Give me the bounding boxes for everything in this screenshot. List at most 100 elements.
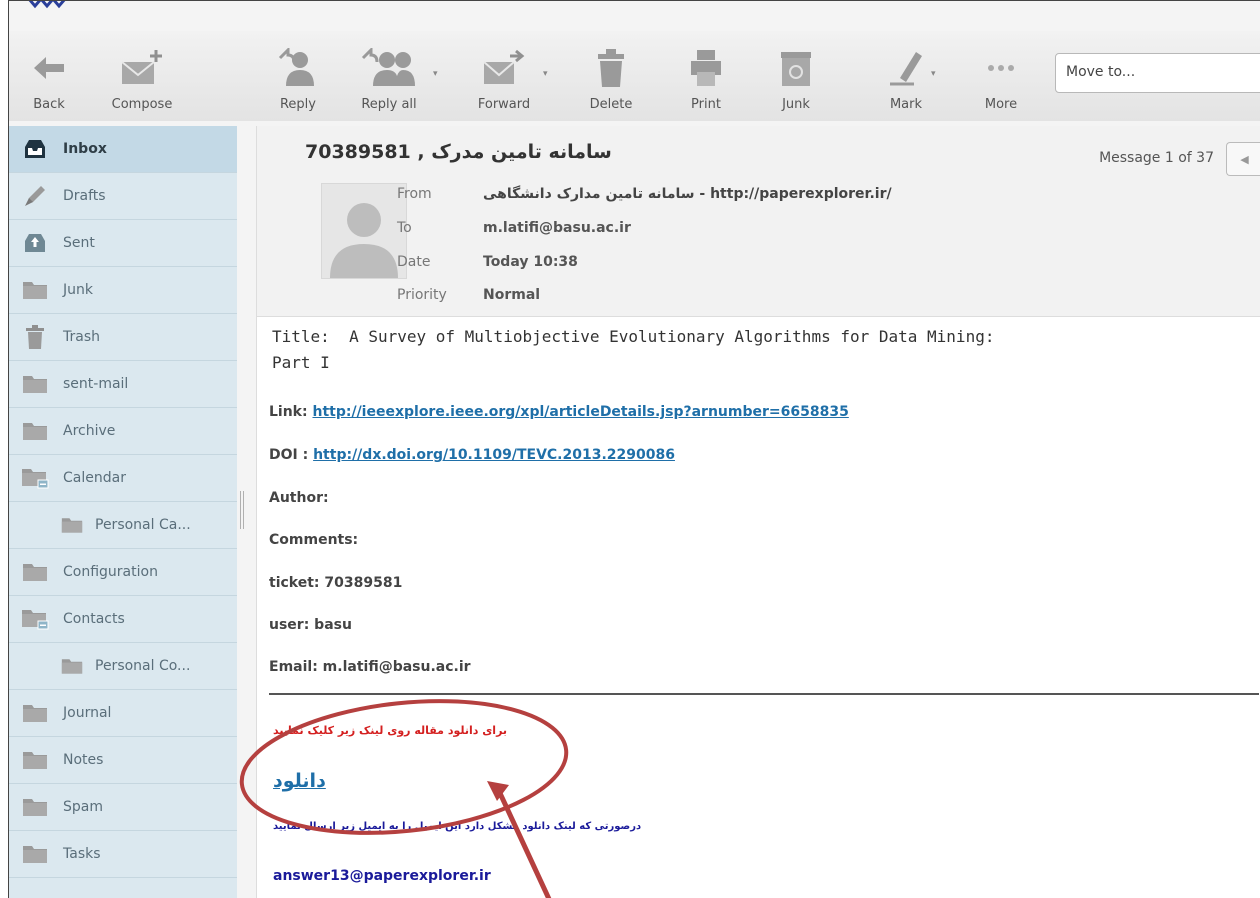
- folder-icon: [21, 702, 49, 724]
- folder-icon: [21, 796, 49, 818]
- sidebar-item-configuration[interactable]: Configuration: [9, 549, 237, 596]
- sidebar-item-label: Personal Co...: [95, 658, 191, 674]
- app-logo-icon: [28, 1, 66, 9]
- date-value: Today 10:38: [483, 254, 578, 270]
- email-line: Email: m.latifi@basu.ac.ir: [269, 659, 471, 675]
- reply-all-dropdown-icon[interactable]: ▾: [433, 69, 438, 79]
- mark-dropdown-icon[interactable]: ▾: [931, 69, 936, 79]
- compose-envelope-icon: [121, 50, 162, 84]
- sidebar-item-label: Calendar: [63, 470, 126, 486]
- message-subject: سامانه تامین مدرک , 70389581: [305, 141, 612, 163]
- divider: [269, 693, 1259, 695]
- sidebar-item-personal-ca[interactable]: Personal Ca...: [9, 502, 237, 549]
- sidebar-item-inbox[interactable]: Inbox: [9, 126, 237, 173]
- user-line: user: basu: [269, 617, 352, 633]
- sidebar-item-calendar[interactable]: Calendar: [9, 455, 237, 502]
- sidebar-item-personal-co[interactable]: Personal Co...: [9, 643, 237, 690]
- sidebar-item-label: Tasks: [63, 846, 101, 862]
- sidebar-item-label: Drafts: [63, 188, 106, 204]
- forward-dropdown-icon[interactable]: ▾: [543, 69, 548, 79]
- move-to-select[interactable]: Move to...: [1055, 53, 1260, 93]
- date-label: Date: [397, 254, 431, 270]
- priority-value: Normal: [483, 287, 541, 303]
- sidebar-item-label: Spam: [63, 799, 103, 815]
- link-label: Link:: [269, 404, 308, 420]
- delete-label: Delete: [589, 97, 633, 112]
- sidebar-item-label: Inbox: [63, 141, 107, 157]
- avatar: [321, 183, 407, 279]
- comments-line: Comments:: [269, 532, 359, 548]
- sidebar-item-tasks[interactable]: Tasks: [9, 831, 237, 878]
- sidebar-item-journal[interactable]: Journal: [9, 690, 237, 737]
- doi-link[interactable]: http://dx.doi.org/10.1109/TEVC.2013.2290…: [313, 447, 675, 463]
- junk-icon: [781, 52, 811, 86]
- doi-label: DOI :: [269, 447, 309, 463]
- mark-label: Mark: [889, 97, 923, 112]
- message-pane: سامانه تامین مدرک , 70389581 Message 1 o…: [256, 126, 1260, 898]
- sidebar-item-spam[interactable]: Spam: [9, 784, 237, 831]
- compose-label: Compose: [111, 97, 173, 112]
- compose-button[interactable]: Compose: [107, 43, 177, 112]
- sidebar-item-label: Trash: [63, 329, 100, 345]
- author-line: Author:: [269, 490, 329, 506]
- from-label: From: [397, 186, 432, 202]
- article-link[interactable]: http://ieeexplore.ieee.org/xpl/articleDe…: [312, 404, 848, 420]
- forward-icon: [483, 49, 525, 84]
- print-button[interactable]: Print: [671, 43, 741, 112]
- link-line: Link: http://ieeexplore.ieee.org/xpl/art…: [269, 404, 849, 420]
- answer-email[interactable]: answer13@paperexplorer.ir: [273, 868, 491, 884]
- sidebar-item-sent-mail[interactable]: sent-mail: [9, 361, 237, 408]
- reply-all-icon: [361, 48, 415, 86]
- doi-line: DOI : http://dx.doi.org/10.1109/TEVC.201…: [269, 447, 675, 463]
- previous-message-button[interactable]: ◀: [1226, 142, 1260, 176]
- back-label: Back: [33, 97, 65, 112]
- more-button[interactable]: More: [966, 43, 1036, 112]
- toolbar: Back Compose Reply Reply all ▾ Forward ▾…: [9, 31, 1260, 121]
- printer-icon: [691, 50, 721, 86]
- sidebar-item-archive[interactable]: Archive: [9, 408, 237, 455]
- sidebar-item-junk[interactable]: Junk: [9, 267, 237, 314]
- reply-button[interactable]: Reply: [263, 43, 333, 112]
- folder-collapse-icon: [21, 608, 49, 630]
- problem-note: درصورتی که لینک دانلود مشکل دارد این ایم…: [273, 821, 642, 832]
- back-arrow-icon: [34, 57, 64, 79]
- sidebar-item-notes[interactable]: Notes: [9, 737, 237, 784]
- delete-button[interactable]: Delete: [576, 43, 646, 112]
- to-label: To: [397, 220, 412, 236]
- folder-icon: [61, 655, 83, 677]
- from-value[interactable]: سامانه تامین مدارک دانشگاهی - http://pap…: [483, 186, 892, 202]
- folder-icon: [21, 279, 49, 301]
- trash-icon: [598, 49, 624, 87]
- print-label: Print: [691, 97, 721, 112]
- reply-label: Reply: [279, 97, 316, 112]
- back-button[interactable]: Back: [14, 43, 84, 112]
- sidebar-item-sent[interactable]: Sent: [9, 220, 237, 267]
- to-value[interactable]: m.latifi@basu.ac.ir: [483, 220, 631, 236]
- sidebar-item-drafts[interactable]: Drafts: [9, 173, 237, 220]
- move-to-label: Move to...: [1066, 64, 1136, 80]
- reply-all-button[interactable]: Reply all: [349, 43, 429, 112]
- mail-window: Back Compose Reply Reply all ▾ Forward ▾…: [8, 0, 1260, 898]
- forward-button[interactable]: Forward: [469, 43, 539, 112]
- more-label: More: [984, 97, 1018, 112]
- message-header: سامانه تامین مدرک , 70389581 Message 1 o…: [257, 126, 1260, 317]
- folder-icon: [61, 514, 83, 536]
- sidebar-item-label: sent-mail: [63, 376, 129, 392]
- person-placeholder-icon: [330, 203, 398, 278]
- sidebar-item-label: Notes: [63, 752, 104, 768]
- download-prompt: برای دانلود مقاله روی لینک زیر کلیک نمای…: [273, 724, 508, 737]
- article-title: Title: A Survey of Multiobjective Evolut…: [272, 327, 995, 372]
- folder-icon: [21, 373, 49, 395]
- sidebar-item-label: Archive: [63, 423, 116, 439]
- sidebar-item-trash[interactable]: Trash: [9, 314, 237, 361]
- message-counter: Message 1 of 37: [1099, 150, 1214, 166]
- sent-icon: [21, 232, 49, 254]
- folder-icon: [21, 749, 49, 771]
- download-link[interactable]: دانلود: [273, 770, 326, 792]
- folder-icon: [21, 420, 49, 442]
- ticket-line: ticket: 70389581: [269, 575, 403, 591]
- junk-button[interactable]: Junk: [761, 43, 831, 112]
- reply-all-label: Reply all: [361, 97, 417, 112]
- pane-splitter[interactable]: [240, 491, 246, 529]
- sidebar-item-contacts[interactable]: Contacts: [9, 596, 237, 643]
